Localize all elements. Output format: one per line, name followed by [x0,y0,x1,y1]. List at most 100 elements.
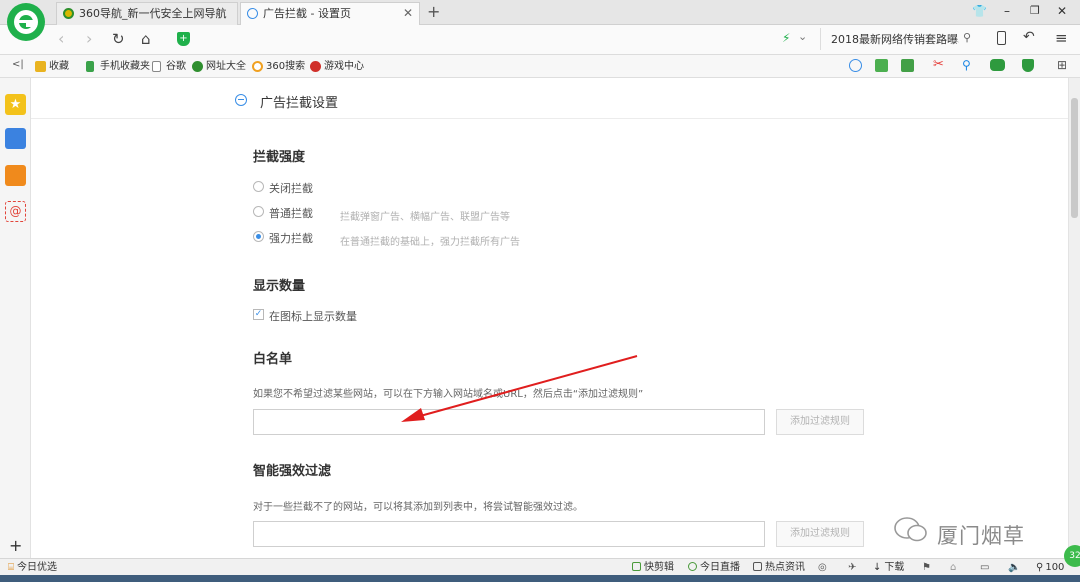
new-tab-icon[interactable]: + [427,2,440,21]
accelerate-icon[interactable]: ⌂ [950,561,956,574]
speed-icon[interactable]: ⚡ [782,31,790,45]
menu-icon[interactable]: ≡ [1055,29,1068,47]
game-icon [310,61,321,72]
pin-icon[interactable]: ✈ [848,561,856,574]
favorites-toggle-icon[interactable]: <| [12,59,24,70]
restore-button[interactable]: ❐ [1030,4,1040,17]
os-taskbar [0,575,1080,582]
close-tab-icon[interactable]: ✕ [403,3,413,24]
radio-normal-label: 普通拦截 [269,207,313,220]
shirt-icon[interactable]: 👕 [972,4,987,18]
360-nav-icon [63,8,74,19]
email-icon[interactable]: @ [5,201,26,222]
search-field[interactable]: 2018最新网络传销套路曝3 ⚲ [820,28,976,50]
smart-filter-description: 对于一些拦截不了的网站，可以将其添加到列表中，将尝试智能强效过滤。 [253,502,583,513]
hot-news[interactable]: 热点资讯 [753,561,805,574]
fav-url-directory[interactable]: 网址大全 [192,59,246,74]
fav-label: 谷歌 [166,61,186,72]
undo-icon[interactable]: ↶ [1023,29,1035,45]
fav-google[interactable]: 谷歌 [152,59,186,74]
smart-filter-input[interactable] [253,521,765,547]
weibo-icon[interactable] [5,165,26,186]
star-icon [35,61,46,72]
tab-strip: 360导航_新一代安全上网导航 广告拦截 - 设置页 ✕ + 👕 – ❐ ✕ [0,0,1080,41]
close-window-button[interactable]: ✕ [1057,4,1067,18]
hot-news-label: 热点资讯 [765,562,805,573]
chevron-down-icon[interactable]: ⌄ [798,30,807,43]
gamepad-icon[interactable] [990,59,1005,71]
radio-normal[interactable] [253,206,264,217]
radio-strong-label: 强力拦截 [269,232,313,245]
shield-icon[interactable] [1022,59,1034,72]
news-icon [753,562,762,571]
speed-badge[interactable]: 32 [1064,545,1080,567]
download-icon: ↓ [873,562,882,573]
favorites-star-icon[interactable]: ★ [5,94,26,115]
add-icon[interactable]: + [9,536,22,555]
downloads[interactable]: ↓ 下载 [873,561,904,574]
window-icon[interactable]: ▭ [980,561,989,574]
phone-icon [86,61,94,72]
today-picks-label: 今日优选 [17,562,57,573]
radio-off-label: 关闭拦截 [269,182,313,195]
status-bar: ⌸ 今日优选 快剪辑 今日直播 热点资讯 ◎ ✈ ↓ 下载 ⚑ ⌂ ▭ 🔈 ⚲ 100… [0,545,1080,575]
scrollbar-thumb[interactable] [1071,98,1078,218]
downloads-label: 下载 [884,562,905,573]
fav-label: 网址大全 [206,61,246,72]
red-arrow-annotation [401,355,638,422]
strength-section-title: 拦截强度 [253,150,306,165]
page-icon [152,61,161,72]
page-header-line [31,118,1068,119]
refresh-icon[interactable]: ↻ [112,30,125,48]
cut-icon[interactable]: ✂ [933,57,944,72]
radio-normal-hint: 拦截弹窗广告、横幅广告、联盟广告等 [340,212,510,223]
volume-icon[interactable]: 🔈 [1008,561,1020,574]
navigation-toolbar: ‹ › ↻ ⌂ + ⚡ ⌄ 2018最新网络传销套路曝3 ⚲ ↶ ≡ [0,25,1080,55]
fav-mobile[interactable]: 手机收藏夹 [86,59,150,74]
fav-game-center[interactable]: 游戏中心 [310,59,364,74]
tab-360-nav[interactable]: 360导航_新一代安全上网导航 [56,2,238,25]
page-title: 广告拦截设置 [260,96,339,111]
vertical-scrollbar[interactable] [1068,78,1080,558]
back-icon[interactable]: ‹ [58,29,64,48]
browser-logo-icon[interactable] [7,3,45,41]
reader-icon[interactable] [875,59,888,72]
minimize-button[interactable]: – [1004,4,1010,18]
grid-icon[interactable]: ⊞ [1057,58,1067,72]
zoom-icon: ⚲ [1036,562,1044,573]
search-input[interactable]: 2018最新网络传销套路曝3 [831,31,959,47]
watermark-text: 厦门烟草 [937,524,1025,548]
favorites-bar: <| 收藏 手机收藏夹 谷歌 网址大全 360搜索 游戏中心 ✂ ⚲ ⊞ [0,55,1080,78]
fav-360-search[interactable]: 360搜索 [252,59,305,74]
live-icon [688,562,697,571]
today-picks[interactable]: ⌸ 今日优选 [8,561,57,574]
home-icon[interactable]: ⌂ [141,30,151,48]
radio-off[interactable] [253,181,264,192]
adblock-extension-icon[interactable] [849,59,862,72]
security-shield-icon[interactable]: + [177,32,190,46]
quick-edit[interactable]: 快剪辑 [632,561,674,574]
fav-collection[interactable]: 收藏 [35,59,69,74]
whitelist-add-rule-button[interactable]: 添加过滤规则 [776,409,864,435]
tab-adblock-settings[interactable]: 广告拦截 - 设置页 ✕ [240,2,420,25]
clip-icon [632,562,641,571]
zoom-value: 100 [1045,562,1065,573]
tab-label: 360导航_新一代安全上网导航 [79,7,227,20]
news-icon[interactable] [5,128,26,149]
search-icon[interactable]: ⚲ [962,58,971,72]
search-icon[interactable]: ⚲ [963,31,971,44]
fav-label: 手机收藏夹 [100,61,150,72]
fav-label: 游戏中心 [324,61,364,72]
flag-icon[interactable]: ⚑ [922,561,931,574]
radio-strong-hint: 在普通拦截的基础上，强力拦截所有广告 [340,237,520,248]
radio-strong[interactable] [253,231,264,242]
settings-shortcut-icon[interactable]: ◎ [818,561,827,574]
forward-icon[interactable]: › [86,29,92,48]
smart-filter-add-rule-button[interactable]: 添加过滤规则 [776,521,864,547]
today-live[interactable]: 今日直播 [688,561,740,574]
zoom-level[interactable]: ⚲ 100 [1036,561,1064,574]
translate-icon[interactable] [901,59,914,72]
show-count-checkbox[interactable]: ✓ [253,309,264,320]
mobile-icon[interactable] [997,31,1006,45]
fav-label: 收藏 [49,61,69,72]
